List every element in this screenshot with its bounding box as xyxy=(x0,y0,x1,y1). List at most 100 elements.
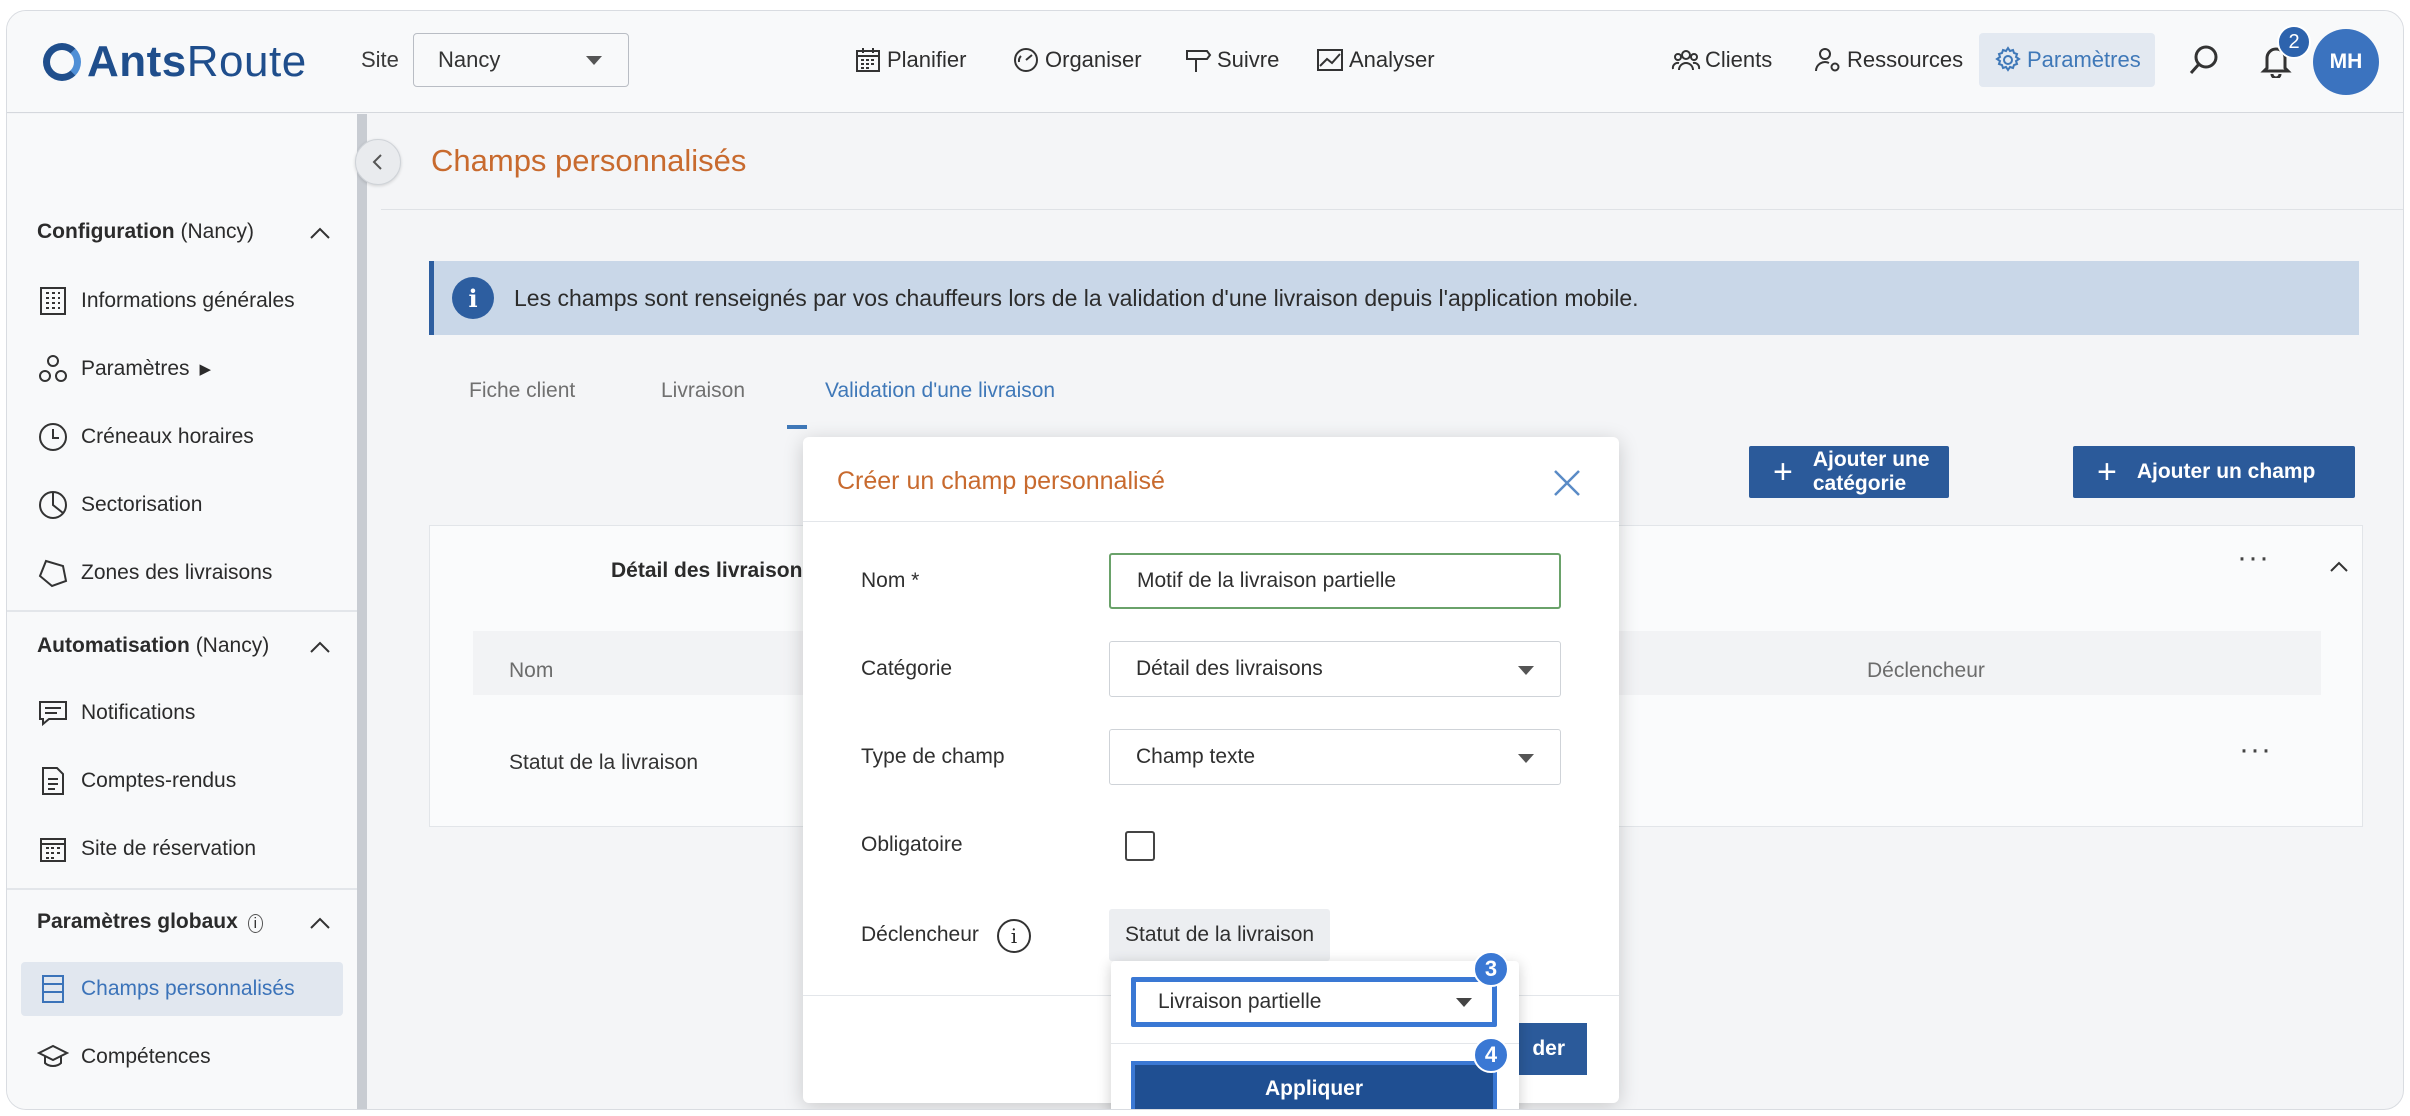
add-category-button[interactable]: + Ajouter une catégorie xyxy=(1749,446,1949,498)
polygon-icon xyxy=(38,559,68,588)
apply-button[interactable]: Appliquer xyxy=(1131,1061,1497,1109)
nav-organiser[interactable]: Organiser xyxy=(1011,33,1142,87)
network-icon xyxy=(39,355,67,382)
chevron-up-icon[interactable] xyxy=(2327,555,2351,579)
nom-input[interactable]: Motif de la livraison partielle xyxy=(1109,553,1561,609)
table-cell-nom: Statut de la livraison xyxy=(509,751,699,774)
row-more-options-icon[interactable]: ··· xyxy=(2239,733,2272,767)
user-avatar[interactable]: MH xyxy=(2313,29,2379,95)
nav-parametres[interactable]: Paramètres xyxy=(1979,33,2155,87)
obligatoire-label: Obligatoire xyxy=(861,833,963,856)
sidebar-item-competences[interactable]: Compétences xyxy=(21,1030,343,1084)
gauge-icon xyxy=(1014,48,1038,72)
site-label: Site xyxy=(361,47,399,72)
tab-livraison[interactable]: Livraison xyxy=(661,379,745,403)
top-bar: AntsRoute Site Nancy Planifier Organiser… xyxy=(7,11,2403,113)
section-configuration[interactable]: Configuration (Nancy) xyxy=(37,220,330,244)
clock-icon xyxy=(39,423,67,451)
nav-clients[interactable]: Clients xyxy=(1671,33,1772,87)
sidebar-item-parametres[interactable]: Paramètres ▶ xyxy=(21,342,343,396)
sidebar-item-comptes-rendus[interactable]: Comptes-rendus xyxy=(21,754,343,808)
modal-title: Créer un champ personnalisé xyxy=(837,467,1165,495)
nom-label: Nom * xyxy=(861,569,920,592)
sidebar-item-champs-personnalises[interactable]: Champs personnalisés xyxy=(21,962,343,1016)
chevron-up-icon[interactable] xyxy=(309,912,331,934)
declencheur-label: Déclencheur xyxy=(861,923,979,946)
sidebar-item-site-de-reservation[interactable]: Site de réservation xyxy=(21,822,343,876)
info-icon: i xyxy=(247,914,263,933)
submenu-arrow-icon: ▶ xyxy=(199,361,212,378)
nav-suivre[interactable]: Suivre xyxy=(1183,33,1279,87)
category-title: Détail des livraisons xyxy=(611,559,815,582)
user-gear-icon xyxy=(1815,48,1840,72)
chevron-up-icon[interactable] xyxy=(309,222,331,244)
plus-icon: + xyxy=(2097,453,2117,491)
step-badge: 4 xyxy=(1473,1037,1509,1073)
chevron-down-icon xyxy=(1518,666,1534,675)
form-icon xyxy=(42,975,64,1003)
categorie-select[interactable]: Détail des livraisons xyxy=(1109,641,1561,697)
tab-fiche-client[interactable]: Fiche client xyxy=(469,379,575,403)
calendar-icon xyxy=(40,838,66,862)
gear-icon xyxy=(1995,46,2021,72)
sidebar-item-sectorisation[interactable]: Sectorisation xyxy=(21,478,343,532)
step-badge: 3 xyxy=(1473,951,1509,987)
trigger-value-select[interactable]: Livraison partielle xyxy=(1131,977,1497,1027)
nav-analyser[interactable]: Analyser xyxy=(1315,33,1435,87)
column-header-nom: Nom xyxy=(509,659,554,682)
sidebar-item-zones-des-livraisons[interactable]: Zones des livraisons xyxy=(21,546,343,600)
info-icon: i xyxy=(452,277,494,319)
close-icon[interactable] xyxy=(1551,467,1583,499)
more-options-icon[interactable]: ··· xyxy=(2237,541,2270,575)
type-champ-label: Type de champ xyxy=(861,745,1005,768)
document-icon xyxy=(42,767,64,795)
signpost-icon xyxy=(1186,50,1212,72)
antsroute-logo[interactable]: AntsRoute xyxy=(43,37,307,87)
chevron-up-icon[interactable] xyxy=(309,636,331,658)
sidebar-item-informations-generales[interactable]: Informations générales xyxy=(21,274,343,328)
chevron-down-icon xyxy=(586,56,602,65)
chevron-left-icon xyxy=(372,154,382,170)
nav-ressources[interactable]: Ressources xyxy=(1813,33,1963,87)
info-icon[interactable]: i xyxy=(997,919,1031,953)
divider xyxy=(1111,1043,1519,1044)
app-window: AntsRoute Site Nancy Planifier Organiser… xyxy=(6,10,2404,1110)
column-header-declencheur: Déclencheur xyxy=(1867,659,1985,682)
section-divider xyxy=(7,610,357,612)
tab-active-indicator xyxy=(787,425,807,429)
plus-icon: + xyxy=(1773,453,1793,491)
chevron-down-icon xyxy=(1518,754,1534,763)
declencheur-chip[interactable]: Statut de la livraison xyxy=(1109,909,1331,961)
sidebar: Configuration (Nancy) Informations génér… xyxy=(7,114,357,1109)
section-parametres-globaux[interactable]: Paramètres globaux i xyxy=(37,910,330,934)
calendar-icon xyxy=(856,48,880,72)
section-divider xyxy=(7,888,357,890)
graduation-icon xyxy=(37,1044,69,1067)
trigger-popover: Livraison partielle Appliquer xyxy=(1111,961,1519,1109)
type-champ-select[interactable]: Champ texte xyxy=(1109,729,1561,785)
search-button[interactable] xyxy=(2181,37,2227,83)
message-icon xyxy=(39,701,67,727)
search-icon xyxy=(2189,45,2218,74)
notification-count-badge: 2 xyxy=(2277,25,2311,59)
add-field-button[interactable]: + Ajouter un champ xyxy=(2073,446,2355,498)
divider xyxy=(381,209,2403,210)
collapse-sidebar-button[interactable] xyxy=(355,139,401,185)
pie-icon xyxy=(39,491,67,519)
page-title: Champs personnalisés xyxy=(431,143,747,178)
sidebar-item-notifications[interactable]: Notifications xyxy=(21,686,343,740)
tab-validation-livraison[interactable]: Validation d'une livraison xyxy=(825,379,1055,403)
sidebar-scrollbar[interactable] xyxy=(357,114,367,1109)
logo-mark-icon xyxy=(43,43,81,81)
categorie-label: Catégorie xyxy=(861,657,953,680)
nav-planifier[interactable]: Planifier xyxy=(853,33,966,87)
users-icon xyxy=(1671,50,1701,71)
info-banner: i Les champs sont renseignés par vos cha… xyxy=(429,261,2359,335)
site-select[interactable]: Nancy xyxy=(413,33,629,87)
building-icon xyxy=(40,287,66,315)
sidebar-item-creneaux-horaires[interactable]: Créneaux horaires xyxy=(21,410,343,464)
section-automatisation[interactable]: Automatisation (Nancy) xyxy=(37,634,330,658)
chevron-down-icon xyxy=(1456,998,1472,1007)
obligatoire-checkbox[interactable] xyxy=(1125,831,1155,861)
chart-line-icon xyxy=(1317,49,1343,71)
